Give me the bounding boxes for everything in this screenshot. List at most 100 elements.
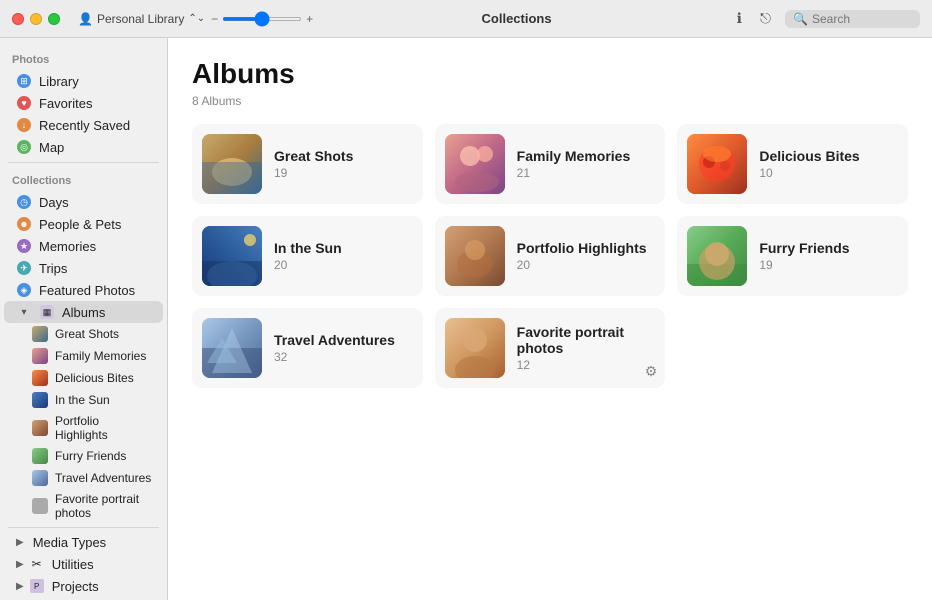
sidebar-label-utilities: Utilities — [52, 557, 94, 572]
sidebar-sub-great-shots[interactable]: Great Shots — [4, 323, 163, 345]
sidebar-label-library: Library — [39, 74, 79, 89]
album-card-portrait[interactable]: Favorite portrait photos 12 ⚙ — [435, 308, 666, 388]
album-card-great-shots[interactable]: Great Shots 19 — [192, 124, 423, 204]
album-info-family-memories: Family Memories 21 — [517, 148, 656, 180]
travel-thumb — [32, 470, 48, 486]
sidebar-item-recently-saved[interactable]: ↓ Recently Saved — [4, 114, 163, 136]
great-shots-thumb — [32, 326, 48, 342]
photos-section-label: Photos — [0, 46, 167, 70]
portrait-thumb — [32, 498, 48, 514]
sidebar-item-media-types[interactable]: ▶ Media Types — [4, 532, 163, 553]
sidebar-item-trips[interactable]: ✈ Trips — [4, 257, 163, 279]
sidebar-item-albums[interactable]: ▾ ▦ Albums — [4, 301, 163, 323]
sidebar-sub-in-the-sun[interactable]: In the Sun — [4, 389, 163, 411]
album-info-delicious-bites: Delicious Bites 10 — [759, 148, 898, 180]
main-content: Albums 8 Albums Great Shots 19 — [168, 38, 932, 600]
sidebar-item-library[interactable]: ⊞ Library — [4, 70, 163, 92]
album-card-delicious-bites[interactable]: Delicious Bites 10 — [677, 124, 908, 204]
album-count-travel: 32 — [274, 350, 413, 364]
album-info-travel: Travel Adventures 32 — [274, 332, 413, 364]
info-icon[interactable]: ℹ — [733, 8, 746, 29]
sidebar-sub-portfolio[interactable]: Portfolio Highlights — [4, 411, 163, 445]
album-gear-icon[interactable]: ⚙ — [645, 363, 658, 380]
zoom-plus-icon: + — [306, 12, 313, 26]
memories-icon: ★ — [16, 238, 32, 254]
album-name-portrait: Favorite portrait photos — [517, 324, 656, 356]
sidebar-item-days[interactable]: ◷ Days — [4, 191, 163, 213]
sidebar-sub-label-travel: Travel Adventures — [55, 471, 151, 485]
zoom-slider[interactable] — [222, 17, 302, 21]
album-name-delicious-bites: Delicious Bites — [759, 148, 898, 164]
sidebar-sub-family-memories[interactable]: Family Memories — [4, 345, 163, 367]
album-card-family-memories[interactable]: Family Memories 21 — [435, 124, 666, 204]
library-selector[interactable]: 👤 Personal Library ⌃⌄ — [78, 12, 205, 26]
sidebar-label-projects: Projects — [52, 579, 99, 594]
sidebar-label-trips: Trips — [39, 261, 67, 276]
sidebar-label-recently-saved: Recently Saved — [39, 118, 130, 133]
album-thumbnail-travel — [202, 318, 262, 378]
minimize-button[interactable] — [30, 13, 42, 25]
album-card-portfolio[interactable]: Portfolio Highlights 20 — [435, 216, 666, 296]
utilities-icon: ✂ — [29, 556, 45, 572]
recently-saved-icon: ↓ — [16, 117, 32, 133]
sidebar-label-days: Days — [39, 195, 69, 210]
in-the-sun-thumb — [32, 392, 48, 408]
album-thumbnail-portrait — [445, 318, 505, 378]
search-input[interactable] — [812, 12, 912, 26]
sidebar-sub-label-great-shots: Great Shots — [55, 327, 119, 341]
album-info-in-the-sun: In the Sun 20 — [274, 240, 413, 272]
sidebar-sub-delicious-bites[interactable]: Delicious Bites — [4, 367, 163, 389]
sidebar-sub-portrait[interactable]: Favorite portrait photos — [4, 489, 163, 523]
sidebar-sub-travel[interactable]: Travel Adventures — [4, 467, 163, 489]
album-count-furry-friends: 19 — [759, 258, 898, 272]
zoom-minus-icon: − — [211, 12, 218, 26]
share-icon[interactable]: ⎋ — [756, 8, 775, 29]
sidebar-item-map[interactable]: ◎ Map — [4, 136, 163, 158]
close-button[interactable] — [12, 13, 24, 25]
album-count-great-shots: 19 — [274, 166, 413, 180]
album-name-in-the-sun: In the Sun — [274, 240, 413, 256]
albums-grid: Great Shots 19 Family Memories 2 — [192, 124, 908, 388]
album-name-portfolio: Portfolio Highlights — [517, 240, 656, 256]
maximize-button[interactable] — [48, 13, 60, 25]
album-thumbnail-great-shots — [202, 134, 262, 194]
sidebar-label-favorites: Favorites — [39, 96, 92, 111]
album-info-portrait: Favorite portrait photos 12 — [517, 324, 656, 372]
album-count-delicious-bites: 10 — [759, 166, 898, 180]
sidebar-label-albums: Albums — [62, 305, 105, 320]
album-card-furry-friends[interactable]: Furry Friends 19 — [677, 216, 908, 296]
collections-section-label: Collections — [0, 167, 167, 191]
projects-expand-icon: ▶ — [16, 581, 24, 592]
app-body: Photos ⊞ Library ♥ Favorites ↓ Recently … — [0, 38, 932, 600]
album-name-great-shots: Great Shots — [274, 148, 413, 164]
album-name-travel: Travel Adventures — [274, 332, 413, 348]
sidebar-item-utilities[interactable]: ▶ ✂ Utilities — [4, 553, 163, 575]
furry-friends-thumb — [32, 448, 48, 464]
sidebar-sub-label-portrait: Favorite portrait photos — [55, 492, 155, 520]
albums-expand-arrow: ▾ — [16, 304, 32, 320]
album-card-travel[interactable]: Travel Adventures 32 — [192, 308, 423, 388]
sidebar-item-memories[interactable]: ★ Memories — [4, 235, 163, 257]
sidebar-item-favorites[interactable]: ♥ Favorites — [4, 92, 163, 114]
album-thumbnail-furry-friends — [687, 226, 747, 286]
library-name: Personal Library — [97, 12, 184, 26]
sidebar-item-featured-photos[interactable]: ◈ Featured Photos — [4, 279, 163, 301]
sidebar-sub-label-family-memories: Family Memories — [55, 349, 146, 363]
sidebar-sub-label-delicious-bites: Delicious Bites — [55, 371, 134, 385]
people-icon: ☻ — [16, 216, 32, 232]
media-types-expand-icon: ▶ — [16, 537, 24, 548]
sidebar-sub-furry-friends[interactable]: Furry Friends — [4, 445, 163, 467]
album-count-in-the-sun: 20 — [274, 258, 413, 272]
library-chevron-icon: ⌃⌄ — [188, 13, 205, 24]
sidebar-divider-2 — [8, 527, 159, 528]
sidebar-item-people-pets[interactable]: ☻ People & Pets — [4, 213, 163, 235]
window-title-text: Collections — [482, 11, 552, 26]
sidebar-label-memories: Memories — [39, 239, 96, 254]
portfolio-thumb — [32, 420, 48, 436]
sidebar-item-projects[interactable]: ▶ P Projects — [4, 575, 163, 597]
days-icon: ◷ — [16, 194, 32, 210]
sidebar-divider-1 — [8, 162, 159, 163]
album-card-in-the-sun[interactable]: In the Sun 20 — [192, 216, 423, 296]
sidebar-sub-label-in-the-sun: In the Sun — [55, 393, 110, 407]
album-count-portrait: 12 — [517, 358, 656, 372]
